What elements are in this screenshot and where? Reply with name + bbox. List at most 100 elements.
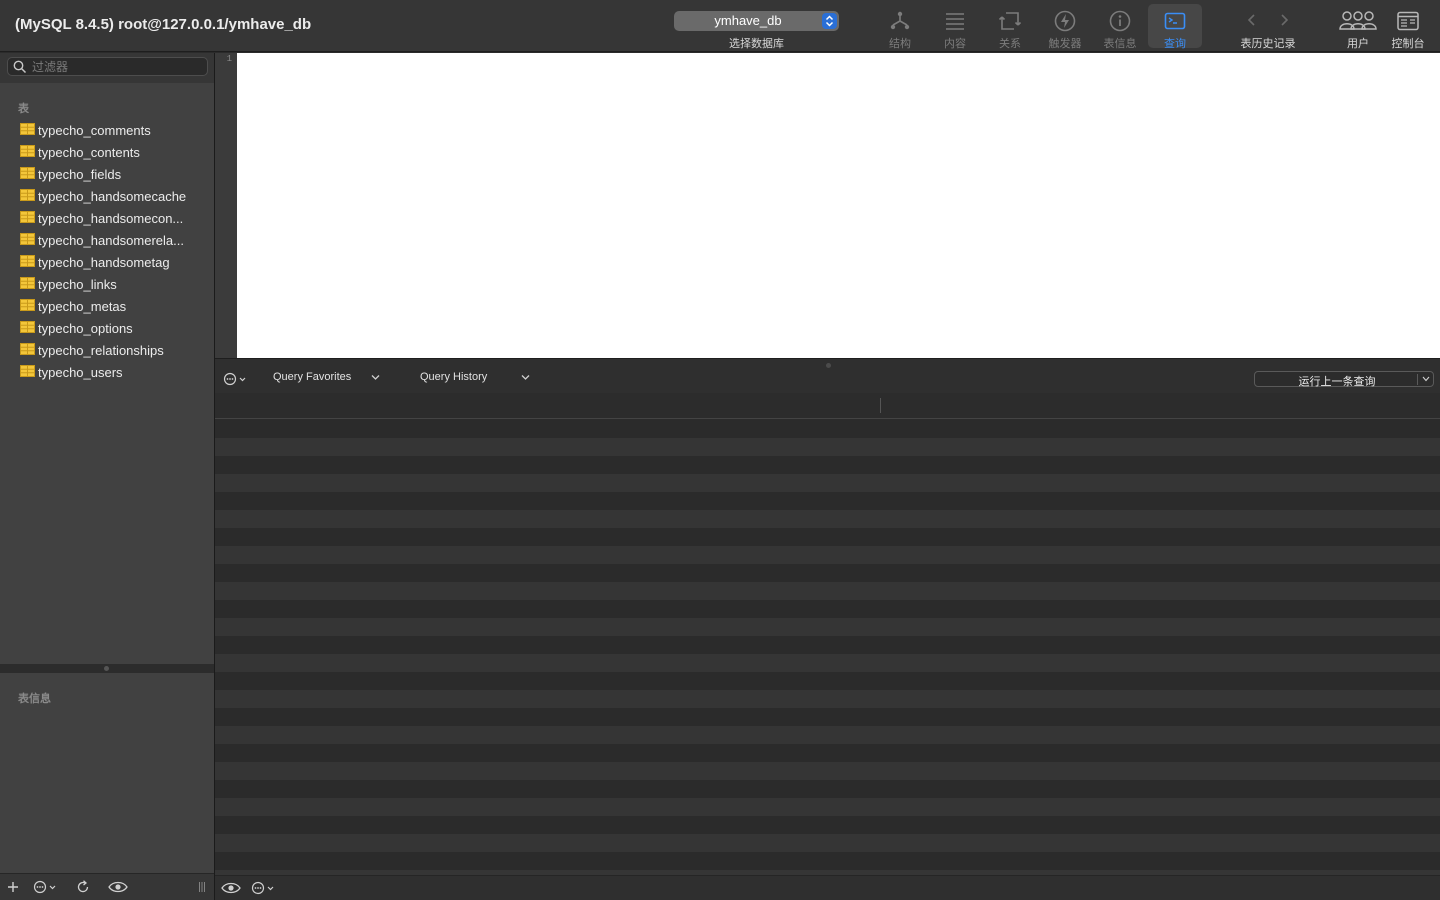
table-list-item[interactable]: typecho_links (0, 273, 214, 295)
users-label: 用户 (1347, 38, 1369, 50)
table-icon (20, 145, 35, 157)
select-updown-icon (822, 13, 837, 29)
chevron-down-icon[interactable] (371, 374, 380, 381)
chevron-down-icon[interactable] (521, 374, 530, 381)
table-name: typecho_handsomecache (38, 189, 187, 204)
query-label: 查询 (1164, 38, 1186, 50)
toolbar: (MySQL 8.4.5) root@127.0.0.1/ymhave_db y… (0, 0, 1440, 52)
table-info-label: 表信息 (1103, 38, 1137, 50)
table-list-item[interactable]: typecho_contents (0, 141, 214, 163)
table-list-item[interactable]: typecho_handsomerela... (0, 229, 214, 251)
table-name: typecho_contents (38, 145, 140, 160)
table-history-label: 表历史记录 (1240, 38, 1296, 50)
table-list-item[interactable]: typecho_options (0, 317, 214, 339)
table-icon (20, 211, 35, 223)
table-icon (20, 277, 35, 289)
content-label: 内容 (944, 38, 966, 50)
sidebar-split-handle[interactable] (0, 664, 214, 673)
structure-label: 结构 (889, 38, 911, 50)
editor-gutter: 1 (215, 53, 237, 358)
resize-handle-icon[interactable] (198, 879, 206, 895)
forward-arrow-icon[interactable] (1278, 13, 1290, 27)
column-separator[interactable] (880, 398, 881, 413)
table-name: typecho_metas (38, 299, 127, 314)
table-icon (20, 321, 35, 333)
triggers-label: 触发器 (1048, 38, 1082, 50)
more-actions-icon[interactable] (251, 880, 277, 896)
table-info-section-header: 表信息 (18, 693, 51, 705)
lightning-icon (1054, 10, 1076, 32)
chevron-down-icon[interactable] (1422, 376, 1430, 382)
query-favorites-button[interactable]: Query Favorites (273, 371, 351, 383)
users-icon (1339, 11, 1377, 30)
more-actions-icon[interactable] (223, 371, 249, 387)
table-info-button[interactable]: 表信息 (1093, 4, 1147, 50)
search-icon (13, 60, 27, 74)
table-icon (20, 233, 35, 245)
structure-icon (890, 11, 910, 30)
table-history-group: 表历史记录 (1240, 4, 1296, 50)
table-icon (20, 343, 35, 355)
filter-input[interactable] (32, 59, 202, 74)
terminal-icon (1164, 12, 1186, 30)
line-number: 1 (226, 54, 232, 64)
window-title: (MySQL 8.4.5) root@127.0.0.1/ymhave_db (15, 16, 312, 33)
table-list: typecho_comments typecho_contents typech… (0, 119, 214, 383)
table-list-item[interactable]: typecho_handsomecon... (0, 207, 214, 229)
run-previous-query-label: 运行上一条查询 (1298, 376, 1376, 388)
table-name: typecho_links (38, 277, 117, 292)
database-select-value: ymhave_db (714, 13, 782, 28)
split-grip (104, 666, 109, 671)
back-arrow-icon[interactable] (1246, 13, 1258, 27)
table-name: typecho_handsometag (38, 255, 170, 270)
tables-section-header: 表 (18, 103, 29, 115)
table-list-item[interactable]: typecho_users (0, 361, 214, 383)
console-button[interactable]: 控制台 (1381, 4, 1435, 50)
app-window: (MySQL 8.4.5) root@127.0.0.1/ymhave_db y… (0, 0, 1440, 900)
query-editor[interactable] (237, 53, 1440, 358)
sidebar: 表 typecho_comments typecho_contents type… (0, 53, 214, 900)
table-list-item[interactable]: typecho_comments (0, 119, 214, 141)
database-select-caption: 选择数据库 (729, 38, 784, 50)
results-bottom-bar (215, 875, 1440, 900)
results-header (215, 393, 1440, 419)
users-button[interactable]: 用户 (1331, 4, 1385, 50)
relations-button[interactable]: 关系 (983, 4, 1037, 50)
table-name: typecho_handsomecon... (38, 211, 184, 226)
table-list-item[interactable]: typecho_handsomecache (0, 185, 214, 207)
table-list-item[interactable]: typecho_relationships (0, 339, 214, 361)
query-bar: Query Favorites Query History 运行上一条查询 (215, 358, 1440, 393)
list-icon (946, 13, 964, 30)
more-actions-icon[interactable] (33, 879, 59, 895)
relations-icon (998, 12, 1022, 30)
eye-icon[interactable] (221, 880, 241, 896)
table-icon (20, 189, 35, 201)
filter-bar (0, 53, 214, 83)
table-list-item[interactable]: typecho_fields (0, 163, 214, 185)
triggers-button[interactable]: 触发器 (1038, 4, 1092, 50)
info-icon (1109, 10, 1131, 32)
table-icon (20, 255, 35, 267)
refresh-icon[interactable] (75, 879, 91, 895)
table-list-item[interactable]: typecho_handsometag (0, 251, 214, 273)
eye-icon[interactable] (108, 879, 128, 895)
table-name: typecho_users (38, 365, 123, 380)
run-previous-query-button[interactable]: 运行上一条查询 (1254, 371, 1434, 388)
table-name: typecho_relationships (38, 343, 164, 358)
table-icon (20, 299, 35, 311)
add-icon[interactable] (6, 879, 20, 895)
table-icon (20, 365, 35, 377)
sidebar-bottom-bar (0, 873, 214, 900)
results-grid[interactable] (215, 420, 1440, 875)
table-icon (20, 167, 35, 179)
button-separator (1417, 374, 1418, 385)
relations-label: 关系 (999, 38, 1021, 50)
editor-split-grip[interactable] (826, 363, 831, 368)
table-list-item[interactable]: typecho_metas (0, 295, 214, 317)
content-button[interactable]: 内容 (928, 4, 982, 50)
structure-button[interactable]: 结构 (873, 4, 927, 50)
filter-field[interactable] (7, 57, 208, 76)
database-select[interactable]: ymhave_db (674, 11, 839, 31)
query-history-button[interactable]: Query History (420, 371, 487, 383)
query-button[interactable]: 查询 (1148, 4, 1202, 50)
